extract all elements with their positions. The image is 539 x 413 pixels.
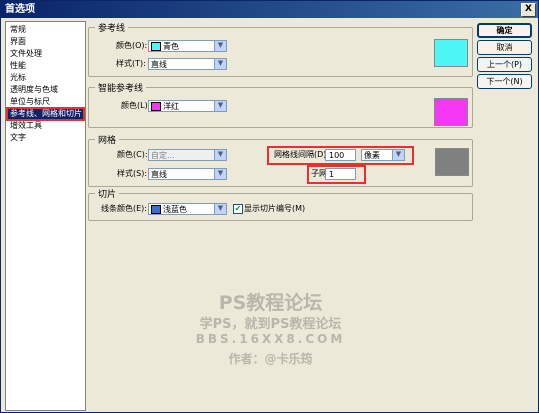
show-slice-numbers-checkbox[interactable]: ✔ [233,204,243,214]
show-slice-numbers-label: 显示切片编号(M) [244,204,306,213]
smart-guides-group: 智能参考线 颜色(L): 洋红 ▼ [88,81,473,128]
sidebar-item-interface[interactable]: 界面 [8,37,83,47]
sidebar-item-file-handling[interactable]: 文件处理 [8,49,83,59]
chevron-down-icon: ▼ [214,41,226,51]
slice-line-color-value: 浅蓝色 [163,205,187,214]
watermark-author: 作者：@卡乐筠 [228,352,313,366]
guides-color-swatch[interactable] [434,39,468,67]
grid-style-select[interactable]: 直线 ▼ [148,168,227,180]
chevron-down-icon: ▼ [214,204,226,214]
grid-group-title: 网格 [95,133,120,146]
guides-style-value: 直线 [151,60,167,69]
slices-group: 切片 线条颜色(E): 浅蓝色 ▼ ✔ 显示切片编号(M) [88,187,473,221]
ok-button[interactable]: 确定 [477,23,532,38]
grid-style-value: 直线 [151,170,167,179]
sidebar-item-guides-grid-slices[interactable]: 参考线、网格和切片 [6,107,85,121]
guides-style-select[interactable]: 直线 ▼ [148,58,227,70]
sidebar-item-transparency[interactable]: 透明度与色域 [8,85,83,95]
smart-guides-color-select[interactable]: 洋红 ▼ [148,100,227,112]
smart-guides-color-label: 颜色(L): [121,101,151,110]
sidebar-item-performance[interactable]: 性能 [8,61,83,71]
sidebar-item-general[interactable]: 常规 [8,25,83,35]
watermark-subtitle: 学PS，就到PS教程论坛 [199,317,342,332]
watermark-title: PS教程论坛 [218,292,323,314]
smart-guides-color-value: 洋红 [163,102,179,111]
guides-color-select[interactable]: 青色 ▼ [148,40,227,52]
slice-line-color-label: 线条颜色(E): [101,204,147,213]
gridline-highlight [267,146,414,165]
guides-color-label: 颜色(O): [116,41,148,50]
close-button[interactable]: X [521,3,536,17]
next-button[interactable]: 下一个(N) [477,74,532,89]
guides-group-title: 参考线 [95,21,129,34]
smart-guides-group-title: 智能参考线 [95,81,147,94]
cancel-button[interactable]: 取消 [477,40,532,55]
preferences-dialog: 首选项 X 常规 界面 文件处理 性能 光标 透明度与色域 单位与标尺 参考线、… [0,0,539,413]
watermark-url: BBS.16XX8.COM [195,332,346,346]
chevron-down-icon: ▼ [214,59,226,69]
guides-style-label: 样式(T): [116,59,146,68]
chevron-down-icon: ▼ [214,169,226,179]
sidebar-item-plugins[interactable]: 增效工具 [8,121,83,131]
smart-guides-color-chip [151,102,161,111]
slice-line-color-select[interactable]: 浅蓝色 ▼ [148,203,227,215]
guides-color-chip [151,42,161,51]
chevron-down-icon: ▼ [214,101,226,111]
sidebar-item-cursors[interactable]: 光标 [8,73,83,83]
sidebar-item-units[interactable]: 单位与标尺 [8,97,83,107]
subdivisions-highlight [307,165,366,184]
grid-style-label: 样式(S): [117,169,148,178]
sidebar-item-type[interactable]: 文字 [8,133,83,143]
guides-group: 参考线 颜色(O): 青色 ▼ 样式(T): 直线 ▼ [88,21,473,77]
grid-color-select[interactable]: 自定... ▼ [148,149,227,161]
prev-button[interactable]: 上一个(P) [477,57,532,72]
title-bar: 首选项 X [1,1,538,18]
grid-color-value: 自定... [151,151,175,160]
window-title: 首选项 [5,4,35,15]
guides-color-value: 青色 [163,42,179,51]
slices-group-title: 切片 [95,187,120,200]
chevron-down-icon: ▼ [214,150,226,160]
grid-color-label: 颜色(C): [117,150,148,159]
slice-color-chip [151,205,161,214]
smart-guides-color-swatch[interactable] [434,98,468,126]
grid-color-swatch[interactable] [435,148,469,176]
